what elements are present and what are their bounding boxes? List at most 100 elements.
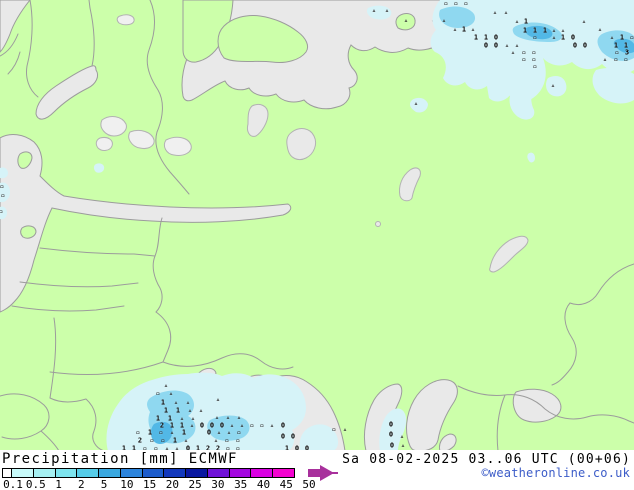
weather-marker: 1 xyxy=(172,436,178,445)
weather-marker: ▵ xyxy=(452,25,458,34)
legend-ticks: 0.1 0.5 1 2 5 10 15 20 25 30 35 40 45 50 xyxy=(0,478,360,490)
weather-marker: ▵ xyxy=(342,425,348,434)
legend-color-cell xyxy=(54,468,78,478)
weather-marker: ▵ xyxy=(226,428,232,437)
copyright-link[interactable]: ©weatheronline.co.uk xyxy=(482,466,631,480)
forecast-datetime: Sa 08-02-2025 03..06 UTC (00+06) xyxy=(342,452,631,467)
weather-marker: ▵ xyxy=(168,389,174,398)
weather-marker: 0 xyxy=(389,441,395,450)
legend-colorbar xyxy=(2,468,295,478)
weather-marker: ▵ xyxy=(551,33,557,42)
weather-marker: ▫ xyxy=(0,182,5,191)
legend-color-cell xyxy=(98,468,121,478)
legend-color-cell xyxy=(163,468,187,478)
weather-marker: 0 xyxy=(388,420,394,429)
legend-tick-label: 50 xyxy=(302,478,316,490)
weather-marker: ▵ xyxy=(503,8,509,17)
weather-marker: 1 xyxy=(160,398,166,407)
weather-marker: ▫ xyxy=(532,33,538,42)
weather-marker: ▵ xyxy=(187,406,193,415)
weather-marker: 0 xyxy=(280,432,286,441)
weather-marker: 0 xyxy=(199,421,205,430)
legend-tick-label: 0.5 xyxy=(25,478,46,490)
weather-marker: 1 xyxy=(542,26,548,35)
weather-marker: ▫ xyxy=(443,0,449,8)
map-area: ▵ ▵ ▫ ▫ ▫ ▵ ▵ ▵ ▵ ▵ 1 ▵ ▵ 1 ▵ ▵ 1 1 1 ▵ ▵ 1 1 0 ▫ ▵ 1 0 ▵ 1 ▫ 0 0 ▵ ▵ 0 0 1 1 ▵… xyxy=(0,0,634,451)
weather-marker: ▫ xyxy=(0,207,4,216)
weather-marker: ▵ xyxy=(213,436,219,445)
weather-marker: ▵ xyxy=(215,395,221,404)
legend-color-cell xyxy=(185,468,208,478)
weather-marker: 0 xyxy=(493,41,499,50)
legend-tick-label: 10 xyxy=(120,478,134,490)
legend-color-cell xyxy=(11,468,34,478)
legend-tick-label: 20 xyxy=(165,478,179,490)
legend-tick-label: 40 xyxy=(256,478,271,490)
weather-marker: ▫ xyxy=(463,0,469,8)
weather-marker: 1 xyxy=(560,33,566,42)
weather-marker: ▫ xyxy=(521,55,527,64)
weather-marker: ▫ xyxy=(224,436,230,445)
legend-tick-label: 35 xyxy=(234,478,248,490)
weather-marker: ▫ xyxy=(453,0,459,8)
legend-color-cell xyxy=(272,468,295,478)
weather-marker: ▵ xyxy=(399,432,405,441)
weather-marker: ▫ xyxy=(259,421,265,430)
weather-marker: ▵ xyxy=(470,25,476,34)
weather-marker: 1 xyxy=(523,17,529,26)
weather-marker: ▵ xyxy=(581,17,587,26)
weather-marker: 1 xyxy=(522,26,528,35)
weather-marker: 0 xyxy=(483,41,489,50)
weather-marker: 0 xyxy=(572,41,578,50)
weather-marker: ▵ xyxy=(163,381,169,390)
weather-marker: ▵ xyxy=(550,81,556,90)
weather-marker: ▵ xyxy=(510,48,516,57)
weather-marker: ▵ xyxy=(609,33,615,42)
legend-strip: Precipitation [mm] ECMWF Sa 08-02-2025 0… xyxy=(0,450,634,490)
weather-map-screenshot: ▵ ▵ ▫ ▫ ▫ ▵ ▵ ▵ ▵ ▵ 1 ▵ ▵ 1 ▵ ▵ 1 1 1 ▵ ▵ 1 1 0 ▫ ▵ 1 0 ▵ 1 ▫ 0 0 ▵ ▵ 0 0 1 1 ▵… xyxy=(0,0,634,490)
weather-marker: ▵ xyxy=(173,398,179,407)
weather-marker: 1 xyxy=(619,33,625,42)
weather-marker: 1 xyxy=(483,33,489,42)
weather-marker: ▵ xyxy=(198,406,204,415)
weather-marker: ▵ xyxy=(216,428,222,437)
weather-marker: ▵ xyxy=(492,8,498,17)
weather-marker: ▵ xyxy=(214,413,220,422)
weather-marker: ▵ xyxy=(189,421,195,430)
weather-marker: ▵ xyxy=(225,413,231,422)
weather-marker: ▫ xyxy=(0,191,6,200)
legend-color-cell xyxy=(76,468,100,478)
weather-marker: 1 xyxy=(147,428,153,437)
weather-marker: ▵ xyxy=(514,41,520,50)
legend-title: Precipitation [mm] ECMWF xyxy=(2,451,238,467)
weather-marker: ▫ xyxy=(623,55,629,64)
weather-marker: ▫ xyxy=(236,428,242,437)
legend-color-cell xyxy=(119,468,143,478)
weather-marker: 1 xyxy=(175,406,181,415)
weather-marker: 0 xyxy=(280,421,286,430)
weather-marker: ▵ xyxy=(400,441,406,450)
weather-marker: ▫ xyxy=(149,436,155,445)
weather-marker: ▫ xyxy=(331,425,337,434)
legend-tick-label: 45 xyxy=(279,478,293,490)
weather-marker: ▫ xyxy=(532,62,538,71)
weather-marker: ▵ xyxy=(413,99,419,108)
weather-marker: ▵ xyxy=(441,16,447,25)
weather-marker: ▵ xyxy=(236,413,242,422)
weather-marker: 1 xyxy=(461,25,467,34)
legend-color-cell xyxy=(206,468,230,478)
weather-marker: ▵ xyxy=(384,6,390,15)
legend-tick-label: 25 xyxy=(188,478,202,490)
weather-marker: ▫ xyxy=(158,428,164,437)
weather-marker: ▵ xyxy=(403,16,409,25)
weather-marker: 0 xyxy=(582,41,588,50)
weather-marker: ▫ xyxy=(613,55,619,64)
weather-marker: ▫ xyxy=(155,389,161,398)
legend-color-cell xyxy=(32,468,56,478)
legend-tick-label: 1 xyxy=(55,478,62,490)
legend-tick-label: 30 xyxy=(211,478,225,490)
legend-color-cell xyxy=(141,468,165,478)
weather-marker: 0 xyxy=(388,430,394,439)
weather-marker: 0 xyxy=(290,432,296,441)
weather-marker: ▫ xyxy=(235,436,241,445)
